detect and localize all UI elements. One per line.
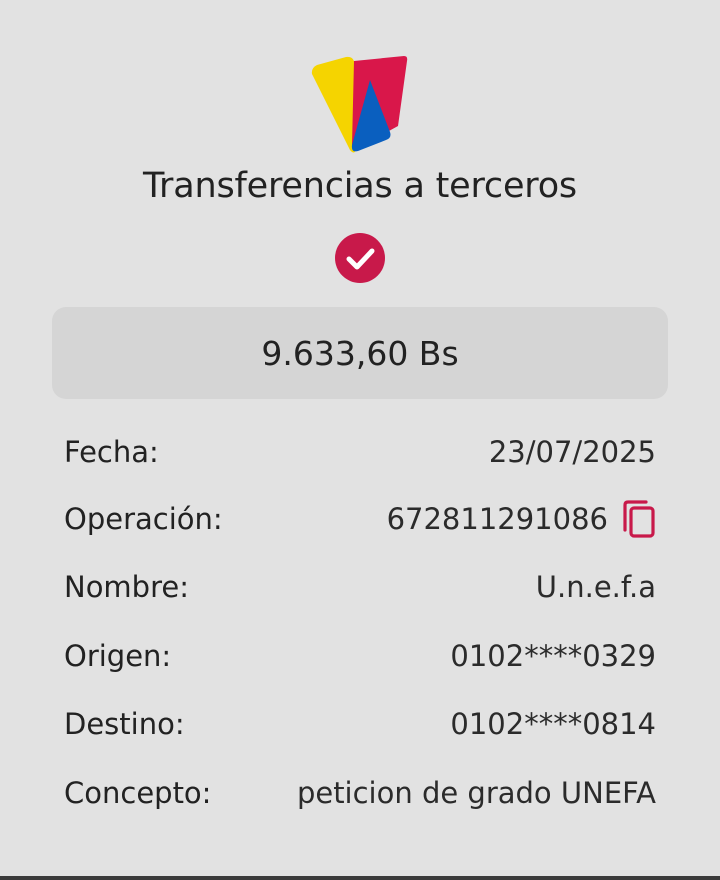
amount-card: 9.633,60 Bs	[52, 307, 668, 399]
detail-value: U.n.e.f.a	[535, 570, 656, 604]
detail-value: 23/07/2025	[488, 435, 656, 469]
detail-label: Origen:	[64, 639, 172, 673]
operation-number: 672811291086	[386, 502, 608, 536]
detail-label: Nombre:	[64, 570, 189, 604]
detail-value-wrap: 672811291086	[387, 500, 656, 538]
detail-row-concepto: Concepto: peticion de grado UNEFA	[64, 773, 656, 813]
divider	[0, 876, 720, 880]
detail-label: Operación:	[64, 502, 223, 536]
detail-label: Fecha:	[64, 435, 159, 469]
bank-logo-icon	[311, 56, 408, 153]
transfer-receipt: Transferencias a terceros 9.633,60 Bs Fe…	[0, 0, 720, 880]
detail-row-operacion: Operación: 672811291086	[64, 499, 656, 539]
detail-row-fecha: Fecha: 23/07/2025	[64, 432, 656, 472]
check-circle-icon	[335, 233, 385, 283]
detail-row-destino: Destino: 0102****0814	[64, 704, 656, 744]
detail-value: peticion de grado UNEFA	[296, 776, 656, 810]
detail-value: 0102****0814	[450, 707, 656, 741]
copy-icon[interactable]	[622, 500, 656, 538]
detail-value: 0102****0329	[450, 639, 656, 673]
page-title: Transferencias a terceros	[143, 166, 577, 206]
amount-value: 9.633,60 Bs	[261, 333, 459, 373]
detail-row-nombre: Nombre: U.n.e.f.a	[64, 567, 656, 607]
detail-row-origen: Origen: 0102****0329	[64, 636, 656, 676]
detail-label: Destino:	[64, 707, 185, 741]
detail-label: Concepto:	[64, 776, 212, 810]
